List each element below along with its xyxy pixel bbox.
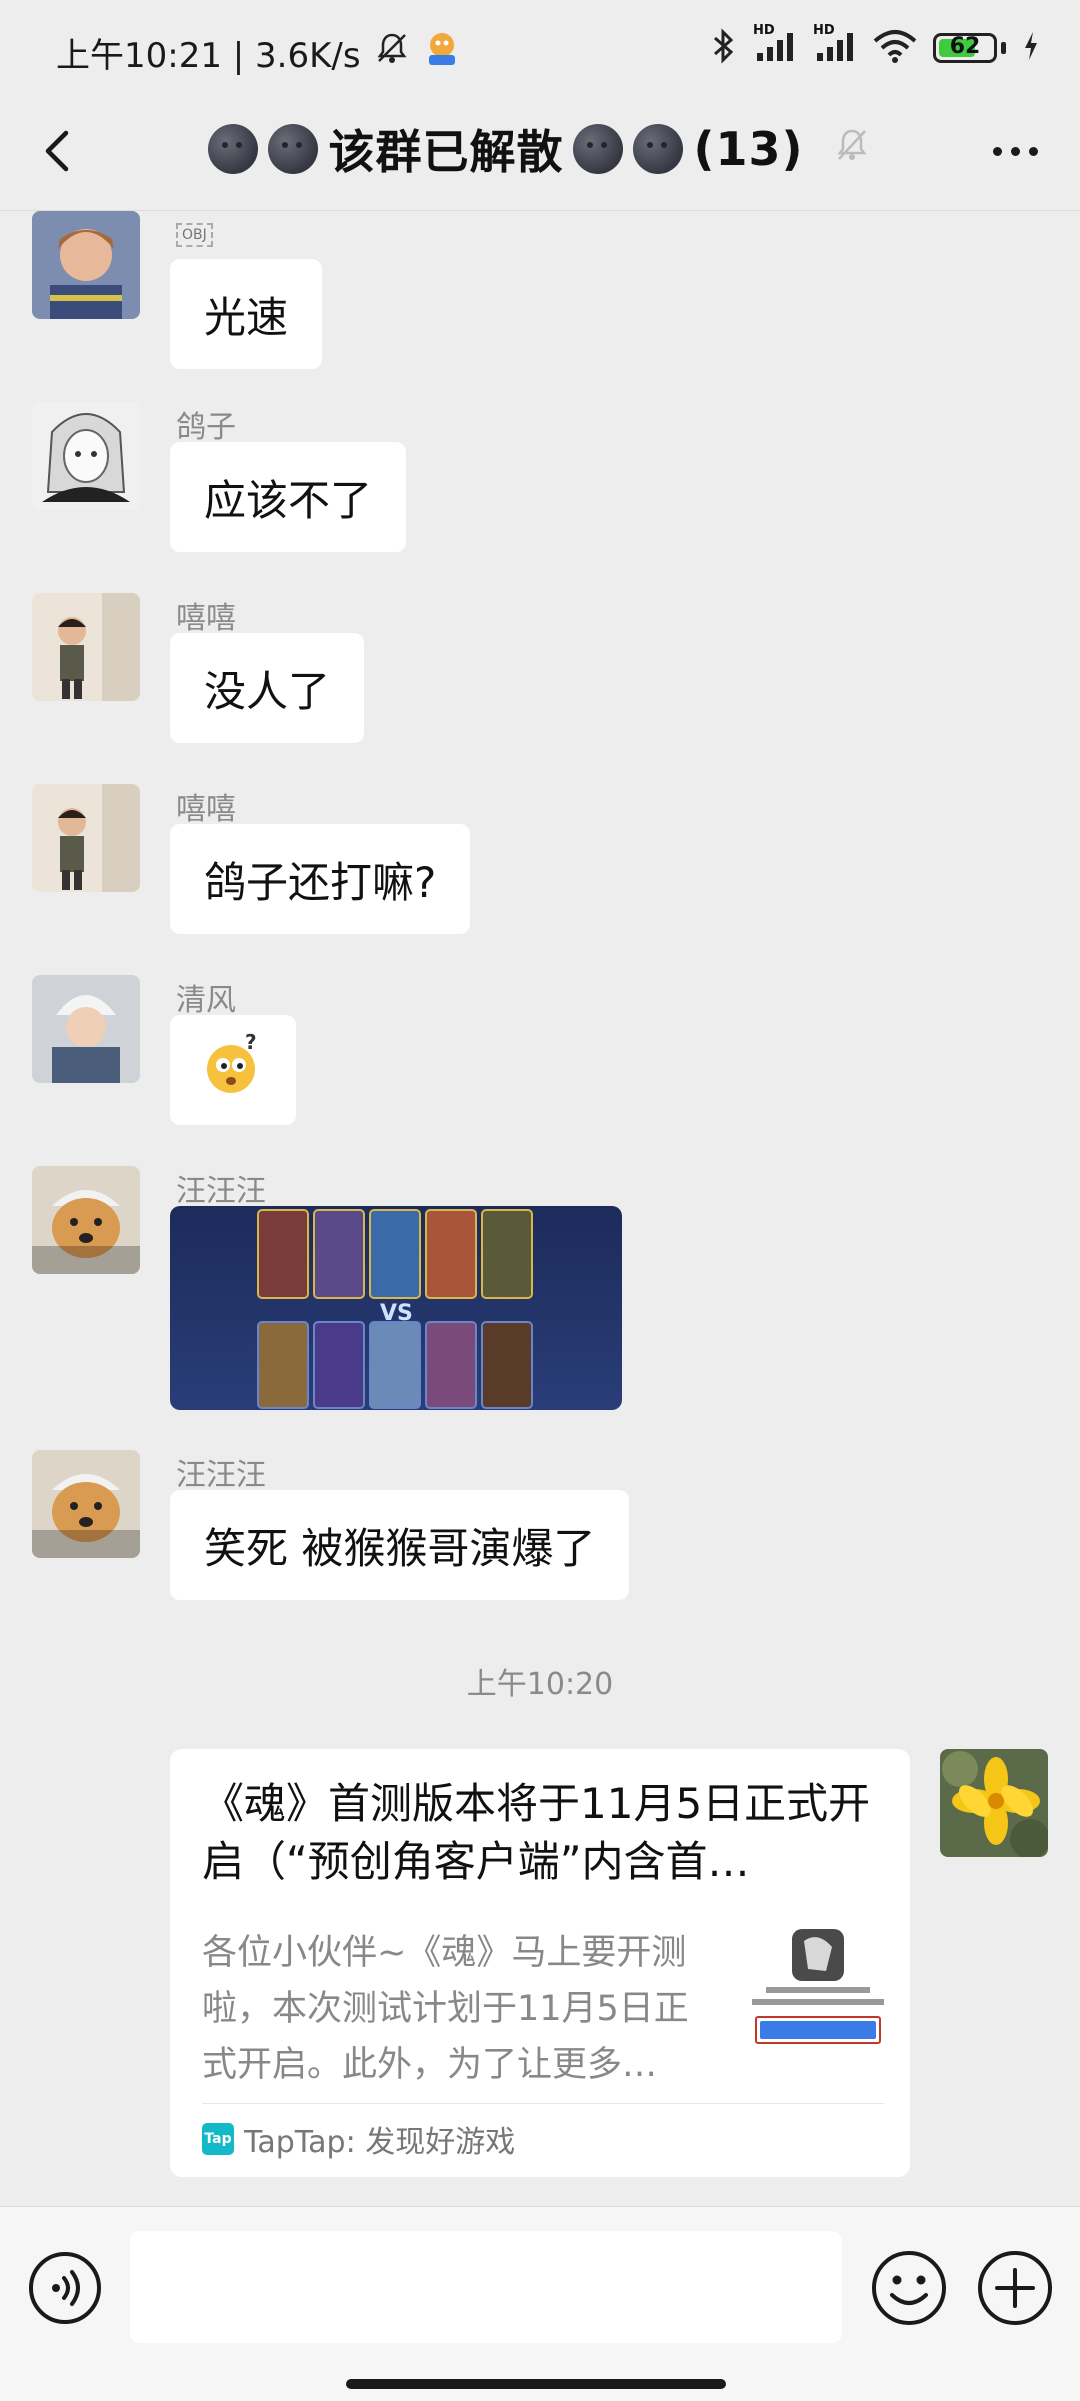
bluetooth-icon xyxy=(711,28,737,68)
signal-icon: HD xyxy=(753,23,797,67)
moon-emoji-icon xyxy=(208,124,259,174)
battery-cap xyxy=(1001,42,1006,54)
sender-name: 清风 xyxy=(176,983,236,1018)
battery-icon: 62 xyxy=(933,33,997,63)
wifi-icon xyxy=(873,29,917,67)
message-bubble[interactable]: 应该不了 xyxy=(170,442,407,552)
message-text: 光速 xyxy=(204,292,289,342)
svg-text:?: ? xyxy=(245,1033,257,1054)
avatar[interactable] xyxy=(32,1166,140,1274)
link-card-divider xyxy=(202,2103,884,2104)
moon-emoji-icon xyxy=(573,124,624,174)
message-text: 没人了 xyxy=(204,666,331,716)
message-text: 鸽子还打嘛? xyxy=(204,857,437,907)
battery-level: 62 xyxy=(949,34,981,59)
moon-emoji-icon xyxy=(268,124,319,174)
home-indicator[interactable] xyxy=(346,2379,726,2389)
sender-name: 鸽子 xyxy=(176,410,236,445)
message-bubble[interactable]: 光速 xyxy=(170,259,323,369)
message-list[interactable]: OBJ 光速 鸽子 应该不了 嘻嘻 没人了 嘻嘻 鸽子还打嘛? 清风 ? 汪汪汪… xyxy=(0,211,1080,2206)
member-count: (13) xyxy=(693,122,804,176)
link-card-thumbnail xyxy=(746,1927,890,2057)
self-avatar[interactable] xyxy=(940,1749,1048,1857)
sender-name: 汪汪汪 xyxy=(176,1458,266,1493)
message-input[interactable] xyxy=(130,2231,842,2343)
status-left: 上午10:21 | 3.6K/s xyxy=(56,28,461,77)
dnd-off-icon xyxy=(375,31,409,74)
message-bubble[interactable]: 笑死 被猴猴哥演爆了 xyxy=(170,1490,630,1600)
avatar[interactable] xyxy=(32,402,140,510)
emoji-icon[interactable] xyxy=(870,2249,948,2327)
chat-header: 该群已解散 (13) xyxy=(0,96,1080,211)
message-bubble[interactable]: 鸽子还打嘛? xyxy=(170,824,471,934)
link-card-source: Tap TapTap: 发现好游戏 xyxy=(202,2117,515,2161)
more-dot xyxy=(992,146,1002,156)
message-text: 应该不了 xyxy=(204,475,373,525)
status-bar: 上午10:21 | 3.6K/s HD HD 62 xyxy=(0,0,1080,96)
group-name: 该群已解散 xyxy=(328,125,564,179)
more-icon[interactable] xyxy=(980,126,1050,176)
more-dot xyxy=(1010,146,1020,156)
link-card-source-label: TapTap: 发现好游戏 xyxy=(244,2125,516,2160)
status-time-speed: 上午10:21 | 3.6K/s xyxy=(56,36,361,76)
avatar[interactable] xyxy=(32,593,140,701)
plus-icon[interactable] xyxy=(976,2249,1054,2327)
link-card-description: 各位小伙伴~《魂》马上要开测啦，本次测试计划于11月5日正式开启。此外，为了让更… xyxy=(202,1933,689,2085)
moon-emoji-icon xyxy=(633,124,684,174)
mute-icon xyxy=(832,122,872,176)
sender-name: 嘻嘻 xyxy=(176,601,236,636)
avatar[interactable] xyxy=(32,784,140,892)
charging-icon xyxy=(1022,30,1040,66)
group-title[interactable]: 该群已解散 (13) xyxy=(0,116,1080,182)
message-bubble[interactable]: 没人了 xyxy=(170,633,365,743)
avatar[interactable] xyxy=(32,211,140,319)
avatar[interactable] xyxy=(32,975,140,1083)
app-notification-icon xyxy=(423,29,461,76)
message-text: 笑死 被猴猴哥演爆了 xyxy=(204,1523,596,1573)
taptap-icon: Tap xyxy=(202,2123,234,2155)
sender-name: 嘻嘻 xyxy=(176,792,236,827)
input-bar xyxy=(0,2206,1080,2401)
avatar[interactable] xyxy=(32,1450,140,1558)
signal-icon: HD xyxy=(813,23,857,67)
status-right: HD HD 62 xyxy=(711,23,1040,68)
more-dot xyxy=(1028,146,1038,156)
link-card-title: 《魂》首测版本将于11月5日正式开启（“预创角客户端”内含首… xyxy=(202,1779,871,1886)
time-separator: 上午10:20 xyxy=(466,1667,614,1702)
link-card[interactable]: 《魂》首测版本将于11月5日正式开启（“预创角客户端”内含首… 各位小伙伴~《魂… xyxy=(170,1749,910,2177)
message-bubble[interactable]: ? xyxy=(170,1015,296,1125)
confused-face-emoji-icon: ? xyxy=(201,1030,265,1107)
image-message[interactable]: VS xyxy=(170,1206,622,1410)
sender-name: 汪汪汪 xyxy=(176,1174,266,1209)
voice-input-icon[interactable] xyxy=(28,2251,102,2325)
object-tag: OBJ xyxy=(176,223,213,247)
